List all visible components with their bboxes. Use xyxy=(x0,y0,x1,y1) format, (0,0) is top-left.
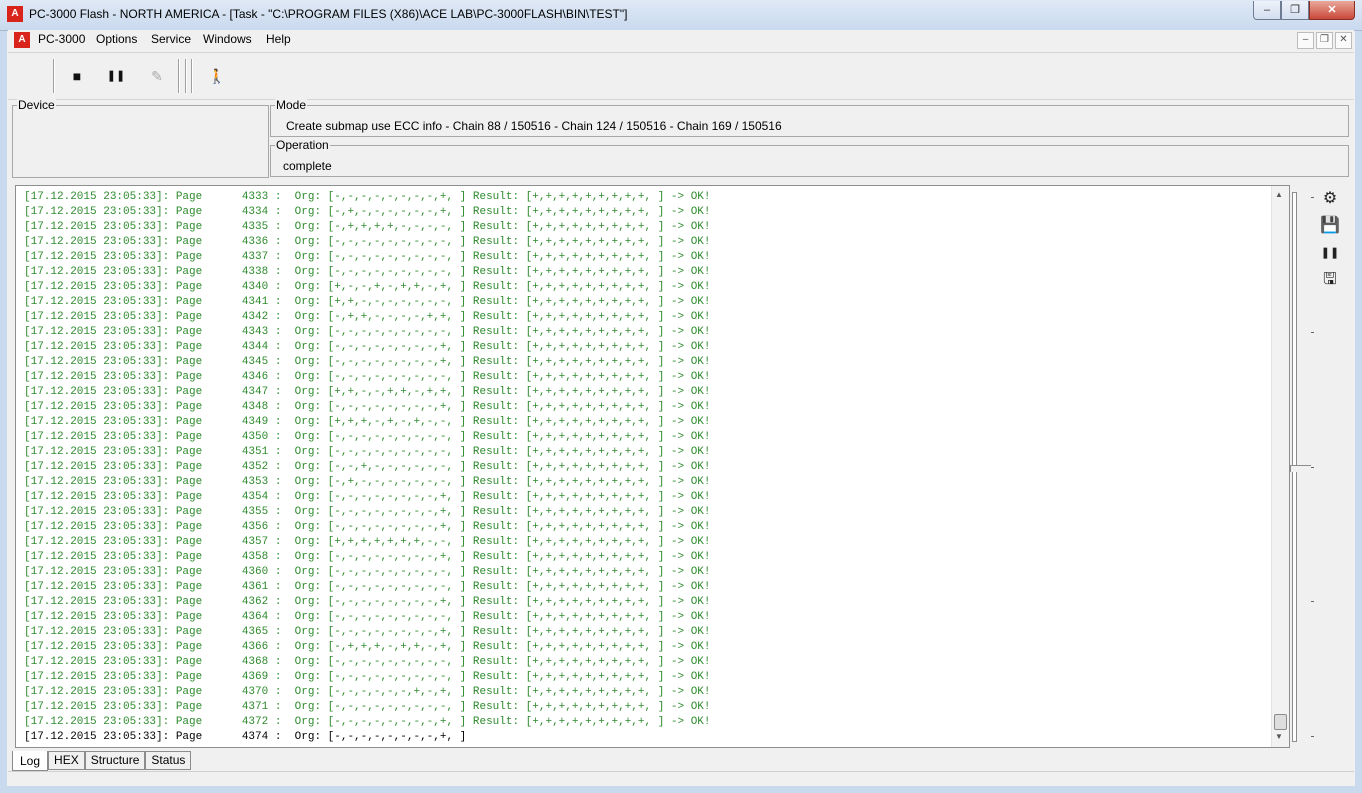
slider-tick xyxy=(1311,467,1314,468)
slider-tick xyxy=(1311,332,1314,333)
log-line: [17.12.2015 23:05:33]: Page 4338 : Org: … xyxy=(24,266,711,278)
scroll-thumb[interactable] xyxy=(1274,714,1287,730)
pause-log-icon[interactable]: ❚❚ xyxy=(1319,242,1341,264)
mdi-close-button[interactable]: ✕ xyxy=(1335,32,1352,49)
menu-help[interactable]: Help xyxy=(266,32,291,46)
log-line: [17.12.2015 23:05:33]: Page 4351 : Org: … xyxy=(24,446,711,458)
log-line: [17.12.2015 23:05:33]: Page 4350 : Org: … xyxy=(24,431,711,443)
pause-button[interactable]: ❚❚ xyxy=(105,65,127,87)
log-line: [17.12.2015 23:05:33]: Page 4361 : Org: … xyxy=(24,581,711,593)
log-line: [17.12.2015 23:05:33]: Page 4358 : Org: … xyxy=(24,551,711,563)
settings-icon[interactable]: ⚙ xyxy=(1319,188,1341,210)
window-title: PC-3000 Flash - NORTH AMERICA - [Task - … xyxy=(29,7,628,21)
log-line: [17.12.2015 23:05:33]: Page 4340 : Org: … xyxy=(24,281,711,293)
scroll-up-icon[interactable]: ▲ xyxy=(1275,190,1283,199)
bottom-tabs: Log HEX Structure Status xyxy=(12,751,192,771)
menu-pc3000[interactable]: PC-3000 xyxy=(38,32,85,46)
minimize-button[interactable]: – xyxy=(1253,1,1281,20)
tab-hex[interactable]: HEX xyxy=(48,751,85,770)
tab-structure[interactable]: Structure xyxy=(84,751,146,770)
slider-tick xyxy=(1311,736,1314,737)
toolbar-separator xyxy=(53,59,54,93)
log-line: [17.12.2015 23:05:33]: Page 4357 : Org: … xyxy=(24,536,711,548)
log-line: [17.12.2015 23:05:33]: Page 4337 : Org: … xyxy=(24,251,711,263)
log-line: [17.12.2015 23:05:33]: Page 4362 : Org: … xyxy=(24,596,711,608)
log-line: [17.12.2015 23:05:33]: Page 4349 : Org: … xyxy=(24,416,711,428)
log-line: [17.12.2015 23:05:33]: Page 4346 : Org: … xyxy=(24,371,711,383)
toolbar: ■ ❚❚ ✎ 🚶 xyxy=(8,52,1354,100)
log-line: [17.12.2015 23:05:33]: Page 4348 : Org: … xyxy=(24,401,711,413)
mdi-restore-button[interactable]: ❐ xyxy=(1316,32,1333,49)
log-line: [17.12.2015 23:05:33]: Page 4347 : Org: … xyxy=(24,386,711,398)
log-line: [17.12.2015 23:05:33]: Page 4335 : Org: … xyxy=(24,221,711,233)
log-line: [17.12.2015 23:05:33]: Page 4368 : Org: … xyxy=(24,656,711,668)
slider-tick xyxy=(1311,601,1314,602)
log-line: [17.12.2015 23:05:33]: Page 4336 : Org: … xyxy=(24,236,711,248)
log-line: [17.12.2015 23:05:33]: Page 4342 : Org: … xyxy=(24,311,711,323)
log-line: [17.12.2015 23:05:33]: Page 4353 : Org: … xyxy=(24,476,711,488)
log-line: [17.12.2015 23:05:33]: Page 4345 : Org: … xyxy=(24,356,711,368)
log-line: [17.12.2015 23:05:33]: Page 4341 : Org: … xyxy=(24,296,711,308)
log-line: [17.12.2015 23:05:33]: Page 4360 : Org: … xyxy=(24,566,711,578)
log-line: [17.12.2015 23:05:33]: Page 4370 : Org: … xyxy=(24,686,711,698)
log-line: [17.12.2015 23:05:33]: Page 4344 : Org: … xyxy=(24,341,711,353)
log-line: [17.12.2015 23:05:33]: Page 4334 : Org: … xyxy=(24,206,711,218)
menu-bar: A PC-3000 Options Service Windows Help –… xyxy=(8,30,1354,50)
check-button[interactable]: ✎ xyxy=(146,65,168,87)
app-logo-icon[interactable]: A xyxy=(7,6,23,22)
save-icon[interactable]: 💾 xyxy=(1319,215,1341,237)
window-frame-bottom xyxy=(0,786,1362,793)
vertical-slider-thumb[interactable] xyxy=(1290,465,1311,472)
log-line: [17.12.2015 23:05:33]: Page 4352 : Org: … xyxy=(24,461,711,473)
mode-panel: Mode Create submap use ECC info - Chain … xyxy=(270,98,1349,137)
toolbar-separator xyxy=(191,59,192,93)
window-frame-right xyxy=(1355,30,1362,786)
window-frame-left xyxy=(0,30,7,786)
operation-panel: Operation complete xyxy=(270,138,1349,177)
menu-windows[interactable]: Windows xyxy=(203,32,252,46)
save-as-icon[interactable]: 🖫 xyxy=(1319,269,1341,291)
tab-status[interactable]: Status xyxy=(145,751,192,770)
log-line-pending: [17.12.2015 23:05:33]: Page 4374 : Org: … xyxy=(24,731,467,743)
menu-options[interactable]: Options xyxy=(96,32,137,46)
mdi-child-icon[interactable]: A xyxy=(14,32,30,48)
mdi-minimize-button[interactable]: – xyxy=(1297,32,1314,49)
exit-button[interactable]: 🚶 xyxy=(206,65,228,87)
log-line: [17.12.2015 23:05:33]: Page 4343 : Org: … xyxy=(24,326,711,338)
log-line: [17.12.2015 23:05:33]: Page 4356 : Org: … xyxy=(24,521,711,533)
close-button[interactable]: ✕ xyxy=(1309,1,1355,20)
slider-tick xyxy=(1311,197,1314,198)
toolbar-separator xyxy=(185,59,186,93)
maximize-button[interactable]: ❐ xyxy=(1281,1,1309,20)
operation-label: Operation xyxy=(275,138,330,152)
mode-label: Mode xyxy=(275,98,308,112)
log-line: [17.12.2015 23:05:33]: Page 4364 : Org: … xyxy=(24,611,711,623)
log-scrollbar[interactable]: ▲ ▼ xyxy=(1271,186,1289,747)
log-line: [17.12.2015 23:05:33]: Page 4366 : Org: … xyxy=(24,641,711,653)
mdi-controls: – ❐ ✕ xyxy=(1297,32,1352,49)
toolbar-separator xyxy=(178,59,179,93)
log-line: [17.12.2015 23:05:33]: Page 4355 : Org: … xyxy=(24,506,711,518)
log-line: [17.12.2015 23:05:33]: Page 4369 : Org: … xyxy=(24,671,711,683)
scroll-down-icon[interactable]: ▼ xyxy=(1275,732,1283,741)
log-lines: [17.12.2015 23:05:33]: Page 4333 : Org: … xyxy=(24,190,1264,745)
log-line: [17.12.2015 23:05:33]: Page 4371 : Org: … xyxy=(24,701,711,713)
status-bar xyxy=(8,771,1354,786)
operation-value: complete xyxy=(283,159,332,173)
log-line: [17.12.2015 23:05:33]: Page 4365 : Org: … xyxy=(24,626,711,638)
log-panel[interactable]: [17.12.2015 23:05:33]: Page 4333 : Org: … xyxy=(15,185,1290,748)
log-line: [17.12.2015 23:05:33]: Page 4333 : Org: … xyxy=(24,191,711,203)
menu-service[interactable]: Service xyxy=(151,32,191,46)
tab-log[interactable]: Log xyxy=(12,751,49,771)
device-label: Device xyxy=(17,98,56,112)
mode-value: Create submap use ECC info - Chain 88 / … xyxy=(286,119,782,133)
stop-button[interactable]: ■ xyxy=(66,65,88,87)
window-controls: – ❐ ✕ xyxy=(1253,1,1355,20)
title-bar[interactable]: A PC-3000 Flash - NORTH AMERICA - [Task … xyxy=(0,0,1362,31)
device-panel: Device xyxy=(12,98,269,178)
log-line: [17.12.2015 23:05:33]: Page 4354 : Org: … xyxy=(24,491,711,503)
log-line: [17.12.2015 23:05:33]: Page 4372 : Org: … xyxy=(24,716,711,728)
